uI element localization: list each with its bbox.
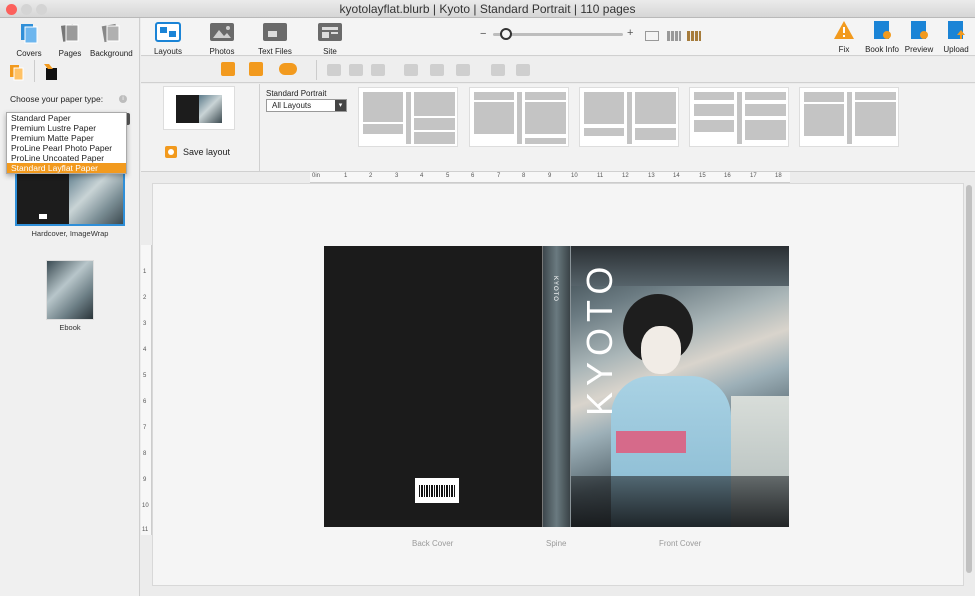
window-title: kyotolayflat.blurb | Kyoto | Standard Po… — [339, 2, 636, 16]
align-top-icon[interactable] — [404, 64, 418, 76]
pages-tab[interactable]: Pages — [52, 22, 88, 58]
front-cover-label: Front Cover — [659, 539, 702, 548]
layout-option-5[interactable] — [799, 87, 899, 147]
upload-icon — [948, 21, 965, 39]
current-layout-front — [199, 95, 222, 123]
cover-label-ebook: Ebook — [59, 323, 81, 332]
paper-option-proline-pearl[interactable]: ProLine Pearl Photo Paper — [7, 143, 126, 153]
cover-edit-icon — [44, 64, 57, 80]
zoom-slider-handle[interactable] — [500, 28, 512, 40]
cover-thumbnail-photo — [69, 170, 123, 224]
spine[interactable]: KYOTO — [542, 246, 571, 527]
text-box-icon[interactable] — [249, 62, 263, 76]
paper-option-proline-uncoated[interactable]: ProLine Uncoated Paper — [7, 153, 126, 163]
swap-cover-button[interactable] — [9, 63, 25, 84]
zoom-in-button[interactable]: + — [627, 27, 633, 39]
back-cover[interactable] — [324, 246, 542, 527]
barcode — [415, 478, 459, 503]
align-bottom-icon[interactable] — [456, 64, 470, 76]
filmstrip-view-icon[interactable] — [687, 31, 701, 41]
minimize-window-button[interactable] — [21, 4, 32, 15]
preview-button[interactable]: Preview — [903, 20, 935, 54]
sidebar: Covers Pages Background Choose your pape… — [0, 18, 140, 596]
alignment-toolbar — [141, 57, 975, 83]
chevron-down-icon: ▾ — [335, 100, 346, 111]
upload-button[interactable]: Upload — [941, 20, 971, 54]
layout-filter-select[interactable]: All Layouts ▾ — [266, 99, 347, 112]
save-layout-icon — [165, 146, 177, 158]
background-tab[interactable]: Background — [90, 22, 133, 58]
text-files-icon — [263, 23, 287, 41]
layout-option-2[interactable] — [469, 87, 569, 147]
obi — [616, 431, 686, 453]
current-layout-thumbnail[interactable] — [163, 86, 235, 130]
preview-icon — [911, 21, 928, 39]
window-titlebar: kyotolayflat.blurb | Kyoto | Standard Po… — [0, 0, 975, 18]
zoom-out-button[interactable]: − — [480, 28, 486, 40]
align-left-icon[interactable] — [327, 64, 341, 76]
paper-option-standard[interactable]: Standard Paper — [7, 113, 126, 123]
background-icon — [101, 23, 120, 43]
layout-option-1[interactable] — [358, 87, 458, 147]
toolbar-divider — [316, 60, 317, 80]
layouts-button[interactable]: Layouts — [151, 22, 185, 56]
edit-cover-button[interactable] — [43, 63, 59, 84]
ruler-unit: 0in — [312, 173, 321, 179]
align-center-icon[interactable] — [349, 64, 363, 76]
grid-view-icon[interactable] — [667, 31, 681, 41]
book-size-label: Standard Portrait — [266, 89, 327, 98]
book-info-icon — [874, 21, 891, 39]
pages-icon — [60, 24, 79, 42]
front-cover[interactable]: KYOTO — [571, 246, 789, 527]
back-cover-label: Back Cover — [412, 539, 454, 548]
covers-tab[interactable]: Covers — [10, 22, 48, 58]
paper-option-premium-lustre[interactable]: Premium Lustre Paper — [7, 123, 126, 133]
canvas-scrollbar[interactable] — [966, 185, 972, 573]
text-files-button[interactable]: Text Files — [257, 22, 293, 56]
spine-text: KYOTO — [552, 276, 558, 302]
layout-option-4[interactable] — [689, 87, 789, 147]
distribute-horizontal-icon[interactable] — [491, 64, 505, 76]
spread-view-icon[interactable] — [645, 31, 659, 41]
covers-icon — [21, 24, 38, 44]
layouts-icon — [155, 22, 181, 42]
car-door — [571, 476, 789, 527]
paper-option-standard-layflat[interactable]: Standard Layflat Paper — [7, 163, 126, 173]
align-middle-icon[interactable] — [430, 64, 444, 76]
distribute-vertical-icon[interactable] — [516, 64, 530, 76]
paper-option-premium-matte[interactable]: Premium Matte Paper — [7, 133, 126, 143]
barcode-mini — [39, 214, 47, 219]
layout-strip-divider — [259, 84, 260, 172]
photos-icon — [210, 23, 234, 41]
spine-label: Spine — [546, 539, 567, 548]
edit-image-icon[interactable] — [221, 62, 235, 76]
zoom-window-button[interactable] — [36, 4, 47, 15]
cover-label-hardcover: Hardcover, ImageWrap — [31, 229, 109, 238]
horizontal-ruler: 0in 1 2 3 4 5 6 7 8 9 10 11 12 13 14 15 … — [310, 172, 790, 183]
save-layout-button[interactable]: Save layout — [165, 146, 230, 158]
layout-option-3[interactable] — [579, 87, 679, 147]
book-info-button[interactable]: Book Info — [865, 20, 899, 54]
photos-button[interactable]: Photos — [205, 22, 239, 56]
paper-type-prompt: Choose your paper type: — [10, 94, 104, 104]
cover-title: KYOTO — [579, 260, 620, 416]
zoom-slider[interactable] — [493, 33, 623, 36]
warning-icon — [834, 21, 854, 39]
shape-tool-icon[interactable] — [279, 63, 297, 75]
sidebar-divider — [34, 60, 35, 82]
main-toolbar: Layouts Photos Text Files Site Import − … — [141, 18, 975, 65]
cover-thumbnail-hardcover[interactable] — [15, 168, 125, 226]
close-window-button[interactable] — [6, 4, 17, 15]
barcode-lines — [419, 485, 455, 497]
fix-button[interactable]: Fix — [831, 20, 857, 54]
vertical-ruler: 1 2 3 4 5 6 7 8 9 10 11 — [141, 245, 152, 535]
paper-type-dropdown[interactable]: Standard Paper Premium Lustre Paper Prem… — [6, 112, 127, 174]
face — [641, 326, 681, 374]
swap-icon — [10, 65, 24, 81]
cover-thumbnail-ebook[interactable] — [46, 260, 94, 320]
layout-strip: Save layout Standard Portrait All Layout… — [141, 84, 975, 172]
align-right-icon[interactable] — [371, 64, 385, 76]
site-import-icon — [318, 23, 342, 41]
info-icon[interactable]: i — [119, 95, 127, 103]
